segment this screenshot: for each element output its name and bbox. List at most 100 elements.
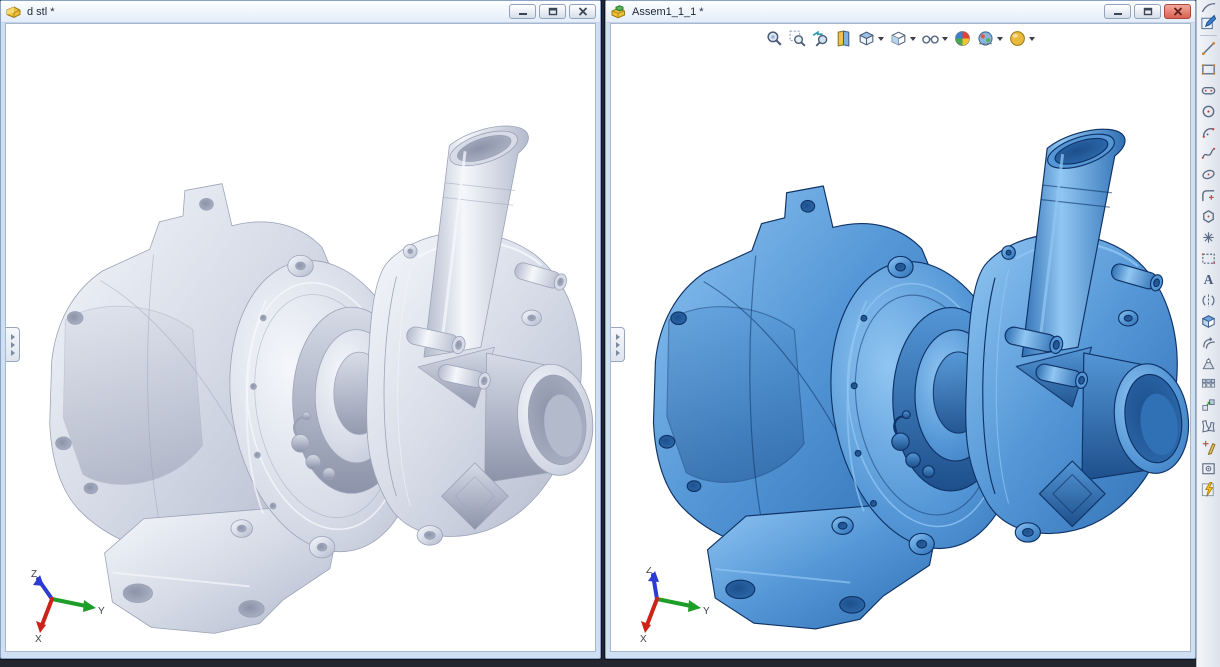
view-settings-button[interactable]	[1006, 28, 1038, 49]
zoom-to-area-icon	[788, 29, 807, 48]
titlebar-assem1-1-1[interactable]: Assem1_1_1 *	[606, 1, 1195, 23]
previous-view-button[interactable]	[809, 28, 832, 49]
spline-button[interactable]	[1198, 143, 1219, 164]
svg-text:Z: Z	[31, 569, 37, 580]
line-button[interactable]	[1198, 38, 1219, 59]
titlebar-d-stl[interactable]: d stl *	[1, 1, 600, 23]
window-assem1-1-1: Assem1_1_1 * ZYX	[605, 0, 1196, 659]
window-title: d stl *	[27, 6, 504, 18]
lightning-button[interactable]	[1198, 479, 1219, 500]
circle-button[interactable]	[1198, 101, 1219, 122]
rectangle-button[interactable]	[1198, 59, 1219, 80]
dropdown-arrow-icon[interactable]	[910, 37, 916, 41]
construction-rect-button[interactable]	[1198, 248, 1219, 269]
plus-pencil-icon	[1200, 439, 1217, 456]
window-controls	[1104, 4, 1191, 19]
orientation-triad: ZYX	[631, 567, 719, 643]
ellipse-icon	[1200, 166, 1217, 183]
restore-button[interactable]	[539, 4, 566, 19]
minimize-button[interactable]	[1104, 4, 1131, 19]
viewport-stl-mesh[interactable]: Z Y X	[5, 23, 596, 652]
orientation-triad: Z Y X	[26, 567, 114, 643]
mirror-icon	[1200, 292, 1217, 309]
construction-rect-icon	[1200, 250, 1217, 267]
svg-text:X: X	[640, 634, 647, 643]
edit-appearance-icon	[953, 29, 972, 48]
fillet-icon	[1200, 187, 1217, 204]
apply-scene-icon	[976, 29, 995, 48]
offset-entities-icon	[1200, 334, 1217, 351]
lightning-icon	[1200, 481, 1217, 498]
close-button[interactable]	[1164, 4, 1191, 19]
spline-icon	[1200, 145, 1217, 162]
dimension-arc-icon	[1200, 0, 1217, 12]
ellipse-button[interactable]	[1198, 164, 1219, 185]
flask-icon	[1200, 418, 1217, 435]
apply-scene-button[interactable]	[974, 28, 1006, 49]
viewport-cad-assembly[interactable]: ZYX	[610, 23, 1191, 652]
part-document-icon	[5, 4, 22, 19]
offset-entities-button[interactable]	[1198, 332, 1219, 353]
previous-view-icon	[811, 29, 830, 48]
box-icon	[1200, 313, 1217, 330]
heads-up-view-toolbar	[763, 28, 1038, 49]
dropdown-arrow-icon[interactable]	[997, 37, 1003, 41]
window-title: Assem1_1_1 *	[632, 6, 1099, 18]
hide-show-items-button[interactable]	[919, 28, 951, 49]
svg-text:Z: Z	[646, 567, 652, 576]
section-view-button[interactable]	[832, 28, 855, 49]
zoom-to-fit-button[interactable]	[763, 28, 786, 49]
move-entities-button[interactable]	[1198, 395, 1219, 416]
zoom-to-area-button[interactable]	[786, 28, 809, 49]
minimize-button[interactable]	[509, 4, 536, 19]
feature-tree-flyout-tab[interactable]	[6, 327, 20, 362]
solidworks-workspace: { "windows": { "left": { "title": "d stl…	[0, 0, 1220, 667]
svg-text:X: X	[35, 634, 42, 643]
toolbar-separator	[1200, 35, 1217, 36]
box-button[interactable]	[1198, 311, 1219, 332]
text-button[interactable]: A	[1198, 269, 1219, 290]
mirror-button[interactable]	[1198, 290, 1219, 311]
sketch-toolbar: A	[1196, 0, 1220, 667]
zoom-to-fit-icon	[765, 29, 784, 48]
dimension-arc-button[interactable]	[1198, 0, 1219, 12]
display-style-button[interactable]	[887, 28, 919, 49]
edit-appearance-button[interactable]	[951, 28, 974, 49]
view-orientation-icon	[857, 29, 876, 48]
sketch-button[interactable]	[1198, 12, 1219, 33]
hide-show-items-icon	[921, 29, 940, 48]
cad-assembly-turbocharger-model	[611, 24, 1190, 651]
trim-entities-button[interactable]	[1198, 353, 1219, 374]
window-controls	[509, 4, 596, 19]
point-icon	[1200, 229, 1217, 246]
linear-pattern-icon	[1200, 376, 1217, 393]
window-d-stl: d stl * Z Y X	[0, 0, 601, 659]
sketch-icon	[1200, 14, 1217, 31]
close-button[interactable]	[569, 4, 596, 19]
arc-icon	[1200, 124, 1217, 141]
fillet-button[interactable]	[1198, 185, 1219, 206]
linear-pattern-button[interactable]	[1198, 374, 1219, 395]
dropdown-arrow-icon[interactable]	[878, 37, 884, 41]
polygon-button[interactable]	[1198, 206, 1219, 227]
plus-pencil-button[interactable]	[1198, 437, 1219, 458]
arc-button[interactable]	[1198, 122, 1219, 143]
slot-icon	[1200, 82, 1217, 99]
svg-text:A: A	[1204, 272, 1214, 287]
display-style-icon	[889, 29, 908, 48]
restore-button[interactable]	[1134, 4, 1161, 19]
view-orientation-button[interactable]	[855, 28, 887, 49]
centerpoint-rect-button[interactable]	[1198, 458, 1219, 479]
feature-tree-flyout-tab[interactable]	[611, 327, 625, 362]
section-view-icon	[834, 29, 853, 48]
trim-entities-icon	[1200, 355, 1217, 372]
dropdown-arrow-icon[interactable]	[942, 37, 948, 41]
circle-icon	[1200, 103, 1217, 120]
dropdown-arrow-icon[interactable]	[1029, 37, 1035, 41]
move-entities-icon	[1200, 397, 1217, 414]
polygon-icon	[1200, 208, 1217, 225]
slot-button[interactable]	[1198, 80, 1219, 101]
point-button[interactable]	[1198, 227, 1219, 248]
svg-text:Y: Y	[98, 606, 105, 617]
flask-button[interactable]	[1198, 416, 1219, 437]
